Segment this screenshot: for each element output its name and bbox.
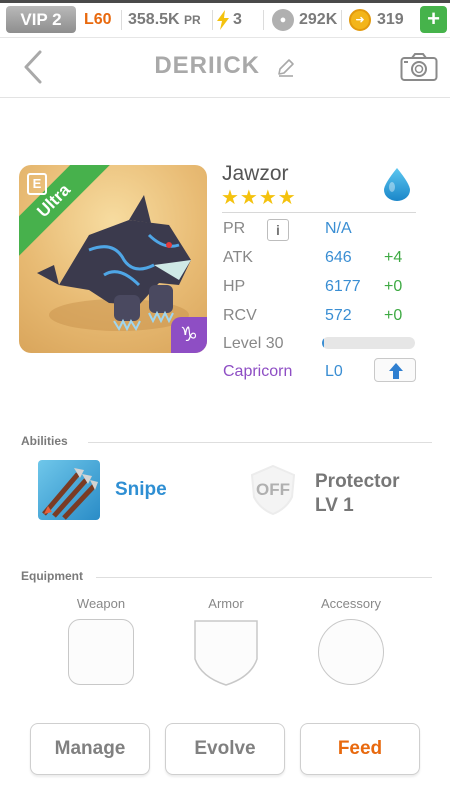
divider (96, 577, 432, 578)
pet-portrait[interactable]: Ultra E ♑ (19, 165, 207, 353)
arrow-up-icon (389, 363, 403, 379)
vip-badge[interactable]: VIP 2 (6, 6, 76, 33)
player-level: L60 (84, 11, 112, 28)
zodiac-upgrade-button[interactable] (374, 358, 416, 382)
pr-value: 358.5K (128, 11, 180, 28)
equip-label-armor: Armor (208, 596, 244, 611)
stat-label-pr: PR (223, 220, 246, 237)
accessory-slot[interactable] (318, 619, 384, 685)
stat-label-rcv: RCV (223, 307, 257, 324)
camera-icon[interactable] (400, 52, 438, 82)
equipment-badge-icon: E (27, 173, 47, 195)
weapon-slot[interactable] (68, 619, 134, 685)
divider (121, 10, 122, 30)
zodiac-name: Capricorn (223, 363, 293, 380)
abilities-section-label: Abilities (21, 434, 68, 448)
lightning-icon (217, 10, 229, 30)
snipe-arrows-icon (42, 468, 98, 520)
zodiac-level: L0 (325, 363, 343, 380)
edit-pencil-icon[interactable] (276, 57, 296, 77)
equipment-section-label: Equipment (21, 569, 83, 583)
coins-value: 319 (377, 11, 404, 28)
divider (212, 10, 213, 30)
level-progress-fill (322, 337, 324, 349)
pr-stat: 358.5K PR (128, 8, 201, 32)
food-value: 292K (299, 11, 338, 28)
water-drop-icon (384, 168, 410, 201)
stat-bonus-atk: +4 (384, 249, 403, 266)
paw-icon: ● (272, 9, 294, 31)
stat-value-atk: 646 (325, 249, 352, 266)
ability-name-snipe[interactable]: Snipe (115, 479, 167, 501)
stat-label-hp: HP (223, 278, 246, 295)
top-line (0, 0, 450, 3)
pr-unit: PR (184, 13, 201, 27)
pet-name: Jawzor (222, 162, 289, 185)
armor-slot[interactable] (193, 619, 259, 687)
coin-icon: ➜ (349, 9, 371, 31)
equip-label-weapon: Weapon (76, 596, 126, 611)
snipe-icon[interactable] (38, 460, 100, 520)
stat-bonus-rcv: +0 (384, 307, 403, 324)
player-name: DERIICK (154, 52, 260, 79)
ability-level-protector: LV 1 (315, 495, 354, 516)
capricorn-zodiac-icon: ♑ (171, 317, 207, 353)
divider (88, 442, 432, 443)
stat-bonus-hp: +0 (384, 278, 403, 295)
header: DERIICK (0, 38, 450, 98)
stat-value-rcv: 572 (325, 307, 352, 324)
stat-value-hp: 6177 (325, 278, 361, 295)
evolve-button[interactable]: Evolve (165, 723, 285, 775)
add-currency-button[interactable]: + (420, 6, 447, 33)
feed-button[interactable]: Feed (300, 723, 420, 775)
pet-level: Level 30 (223, 335, 284, 352)
divider (341, 10, 342, 30)
manage-button[interactable]: Manage (30, 723, 150, 775)
status-bar: VIP 2 L60 358.5K PR 3 ● 292K ➜ 319 + (0, 0, 450, 38)
ability-protector[interactable]: Protector LV 1 (315, 470, 399, 518)
ability-name-protector: Protector (315, 471, 400, 492)
equip-label-accessory: Accessory (321, 596, 381, 611)
divider (222, 212, 416, 213)
star-rating: ★★★★ (221, 187, 297, 209)
divider (263, 10, 264, 30)
level-progress-bar (322, 337, 415, 349)
page-title: DERIICK (0, 52, 450, 80)
energy-value: 3 (233, 11, 242, 28)
stat-value-pr: N/A (325, 220, 352, 237)
ability-off-status: OFF (256, 480, 290, 499)
stat-label-atk: ATK (223, 249, 253, 266)
pr-info-button[interactable]: i (267, 219, 289, 241)
